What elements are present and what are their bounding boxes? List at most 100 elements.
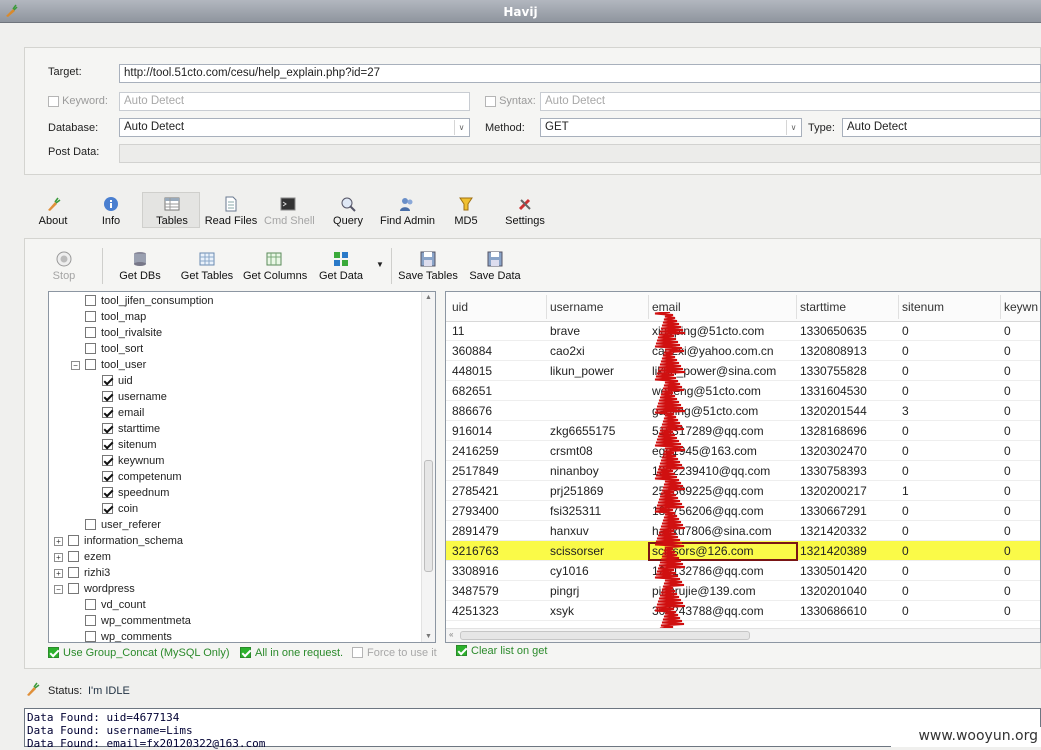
tree-node-checkbox[interactable] [85,631,96,642]
column-header[interactable]: starttime [800,300,846,314]
table-row[interactable]: 886676 gaoling@51cto.com 1320201544 3 0 [446,401,1040,421]
table-cell[interactable]: 1320200217 [800,484,867,498]
table-cell[interactable]: 1321420332 [800,524,867,538]
column-header[interactable]: uid [452,300,468,314]
clear-list-checkbox[interactable] [456,645,467,656]
tree-node-checkbox[interactable] [85,599,96,610]
get-tables-button[interactable]: Get Tables [180,251,234,282]
scroll-down-icon[interactable]: ▼ [425,633,432,640]
column-divider[interactable] [648,295,649,319]
md5-button[interactable]: MD5 [453,196,479,227]
table-cell[interactable]: 3 [902,404,909,418]
table-row[interactable]: 3487579 pingrj pingrujie@139.com 1320201040… [446,581,1040,601]
syntax-input[interactable]: Auto Detect [540,92,1041,111]
tree-node[interactable]: sitenum [49,437,419,453]
tree-node[interactable]: starttime [49,421,419,437]
table-cell[interactable]: ninanboy [550,464,599,478]
syntax-option[interactable]: Syntax: [485,95,536,107]
table-cell[interactable]: 0 [1004,404,1011,418]
table-row[interactable]: 2416259 crsmt08 egg1945@163.com 1320302470 0… [446,441,1040,461]
table-cell[interactable]: xsyk [550,604,574,618]
table-cell[interactable]: 0 [902,344,909,358]
expand-icon[interactable]: + [54,537,63,546]
target-input[interactable]: http://tool.51cto.com/cesu/help_explain.… [119,64,1041,83]
column-divider[interactable] [898,295,899,319]
collapse-icon[interactable]: − [54,585,63,594]
table-cell[interactable]: 1320302470 [800,444,867,458]
table-cell[interactable]: 0 [1004,544,1011,558]
tree-node[interactable]: + information_schema [49,533,419,549]
table-cell[interactable]: 1330501420 [800,564,867,578]
table-cell[interactable]: 0 [902,464,909,478]
tree-node[interactable]: − wordpress [49,581,419,597]
postdata-input[interactable] [119,144,1041,163]
table-cell[interactable]: 1321420389 [800,544,867,558]
database-tree[interactable]: tool_jifen_consumption tool_map tool_rival… [48,291,436,643]
table-cell[interactable]: 0 [1004,484,1011,498]
tree-node[interactable]: tool_rivalsite [49,325,419,341]
column-header[interactable]: sitenum [902,300,944,314]
table-row[interactable]: 448015 likun_power likun_power@sina.com 133… [446,361,1040,381]
tree-node-checkbox[interactable] [68,535,79,546]
table-row[interactable]: 4251323 xsyk 304243788@qq.com 1330686610 0 0 [446,601,1040,621]
method-dropdown[interactable]: GET ∨ [540,118,802,137]
about-button[interactable]: About [36,196,70,227]
save-tables-button[interactable]: Save Tables [398,251,458,282]
table-cell[interactable]: 0 [1004,504,1011,518]
table-cell[interactable]: 1330755828 [800,364,867,378]
tree-node-checkbox[interactable] [102,407,113,418]
table-row[interactable]: 916014 zkg6655175 515317289@qq.com 13281686… [446,421,1040,441]
tree-node-checkbox[interactable] [85,519,96,530]
all-in-one-checkbox[interactable] [240,647,251,658]
tree-node-checkbox[interactable] [102,455,113,466]
tree-node-checkbox[interactable] [85,615,96,626]
table-cell[interactable]: 886676 [452,404,492,418]
table-cell[interactable]: 1330758393 [800,464,867,478]
table-cell[interactable]: 0 [902,564,909,578]
table-cell[interactable]: likun_power [550,364,614,378]
chevron-down-icon[interactable]: ∨ [786,120,800,135]
tree-node[interactable]: wp_comments [49,629,419,642]
tree-vertical-scrollbar[interactable]: ▲ ▼ [421,292,435,642]
column-divider[interactable] [546,295,547,319]
table-cell[interactable]: hanxuv [550,524,589,538]
tree-node[interactable]: tool_sort [49,341,419,357]
force-checkbox[interactable] [352,647,363,658]
tree-node-checkbox[interactable] [85,327,96,338]
log-output[interactable]: Data Found: uid=4677134 Data Found: user… [24,708,1041,750]
table-row[interactable]: 2793400 fsi325311 181756206@qq.com 13306672… [446,501,1040,521]
keyword-input[interactable]: Auto Detect [119,92,470,111]
get-dbs-button[interactable]: Get DBs [119,251,161,282]
table-row[interactable]: 682651 weifeng@51cto.com 1331604530 0 0 [446,381,1040,401]
table-cell[interactable]: 3216763 [452,544,499,558]
tree-node-checkbox[interactable] [85,311,96,322]
group-concat-option[interactable]: Use Group_Concat (MySQL Only) [48,647,229,659]
table-cell[interactable]: 1320201040 [800,584,867,598]
tree-node-checkbox[interactable] [102,471,113,482]
tree-node[interactable]: username [49,389,419,405]
table-cell[interactable]: 1330650635 [800,324,867,338]
tree-node[interactable]: wp_commentmeta [49,613,419,629]
tree-node[interactable]: + rizhi3 [49,565,419,581]
database-dropdown[interactable]: Auto Detect ∨ [119,118,470,137]
tree-node-checkbox[interactable] [68,567,79,578]
tree-node-checkbox[interactable] [85,295,96,306]
table-cell[interactable]: 1320808913 [800,344,867,358]
table-cell[interactable]: 0 [1004,364,1011,378]
tree-node[interactable]: speednum [49,485,419,501]
all-in-one-option[interactable]: All in one request. [240,647,343,659]
tree-node[interactable]: uid [49,373,419,389]
table-row[interactable]: 360884 cao2xi cao2xi@yahoo.com.cn 132080891… [446,341,1040,361]
table-cell[interactable]: scissorser [550,544,604,558]
table-cell[interactable]: cao2xi [550,344,585,358]
collapse-icon[interactable]: − [71,361,80,370]
table-cell[interactable]: brave [550,324,580,338]
keyword-checkbox[interactable] [48,95,59,107]
syntax-checkbox[interactable] [485,95,496,107]
table-cell[interactable]: 0 [902,544,909,558]
read-files-button[interactable]: Read Files [204,196,258,227]
tree-node[interactable]: user_referer [49,517,419,533]
tree-node-checkbox[interactable] [102,503,113,514]
tree-node[interactable]: coin [49,501,419,517]
table-cell[interactable]: 0 [1004,324,1011,338]
